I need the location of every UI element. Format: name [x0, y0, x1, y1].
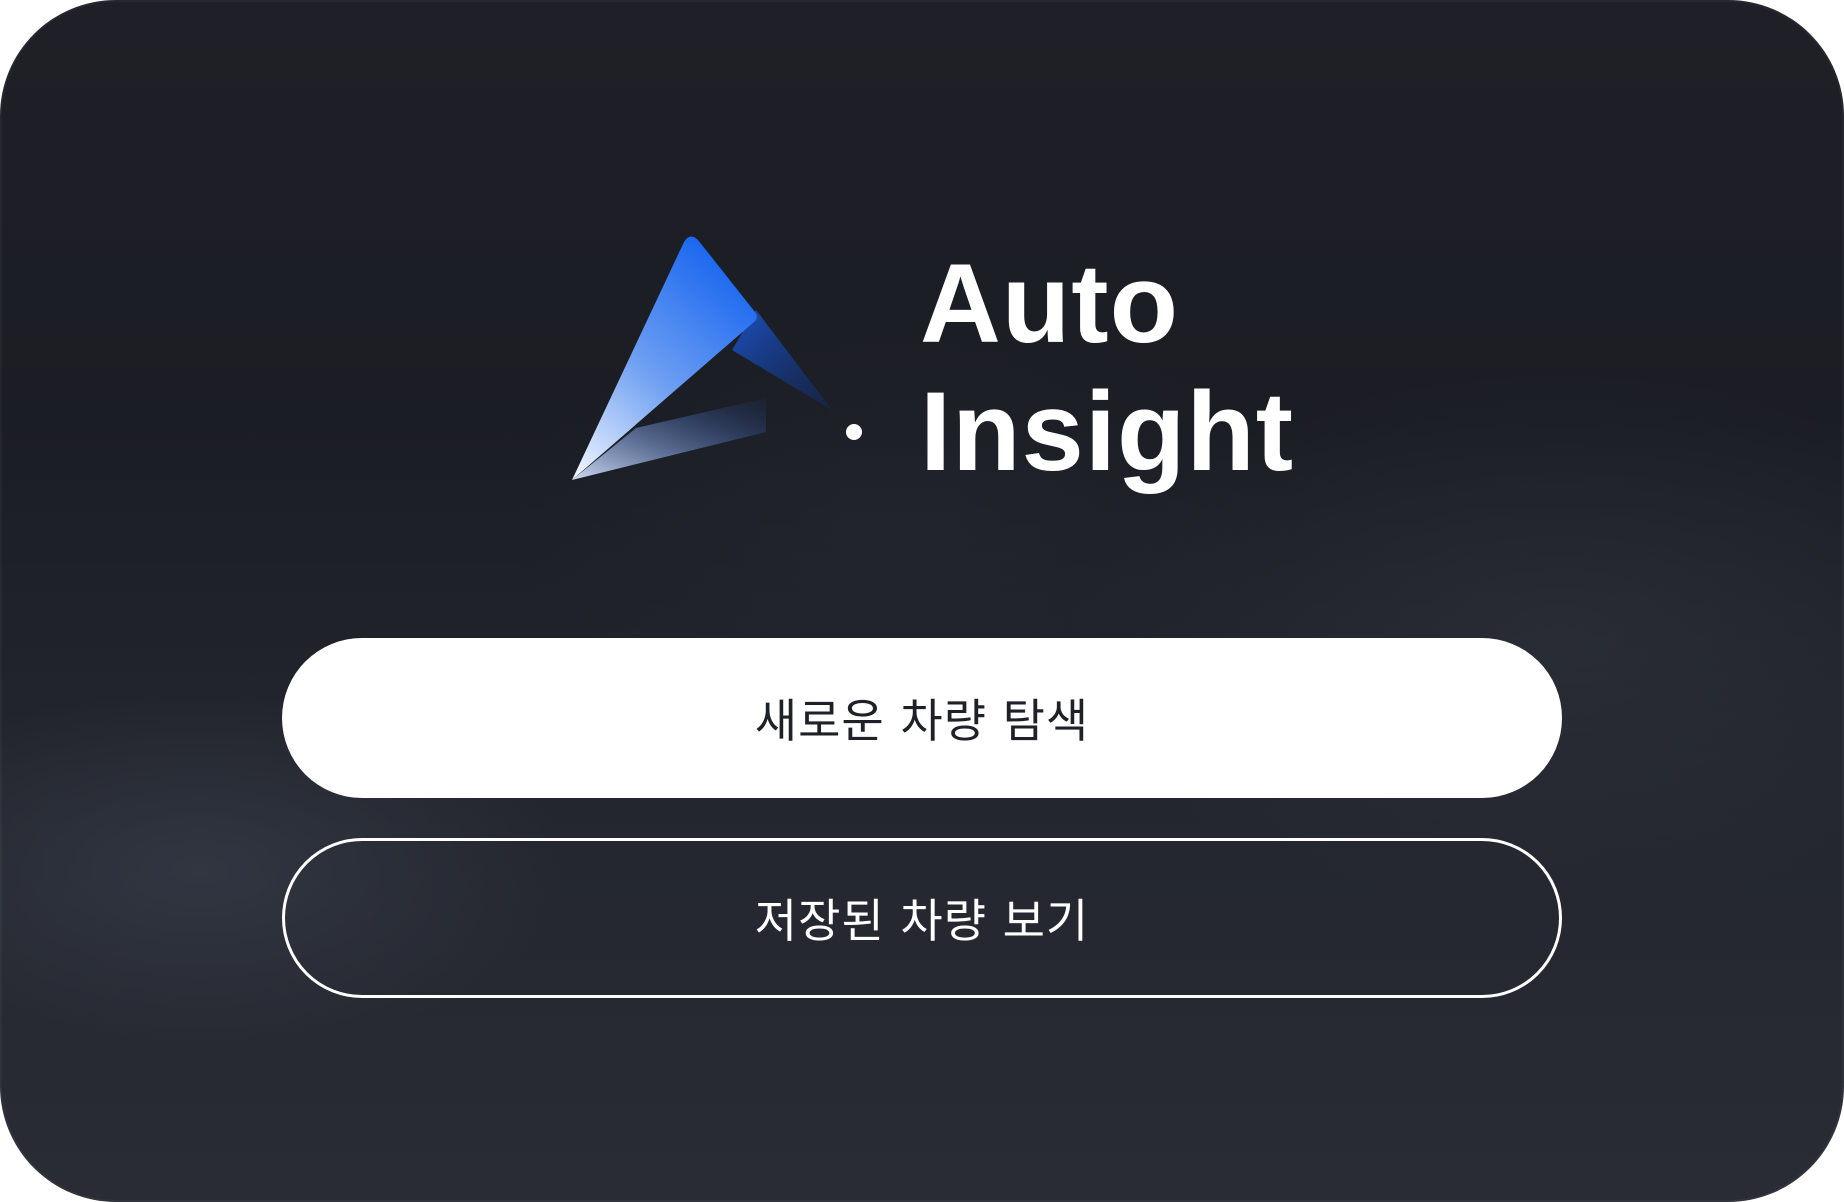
- app-name-line1: Auto: [920, 241, 1180, 366]
- app-name: Auto Insight: [920, 240, 1294, 496]
- explore-new-vehicle-label: 새로운 차량 탐색: [754, 694, 1090, 748]
- view-saved-vehicles-label: 저장된 차량 보기: [754, 894, 1090, 948]
- logo-dot: [846, 424, 862, 440]
- view-saved-vehicles-button[interactable]: 저장된 차량 보기: [282, 838, 1562, 998]
- app-screen: Auto Insight 새로운 차량 탐색 저장된 차량 보기: [0, 0, 1844, 1202]
- auto-insight-logo-icon: [560, 230, 880, 490]
- explore-new-vehicle-button[interactable]: 새로운 차량 탐색: [282, 638, 1562, 798]
- app-name-line2: Insight: [920, 369, 1295, 494]
